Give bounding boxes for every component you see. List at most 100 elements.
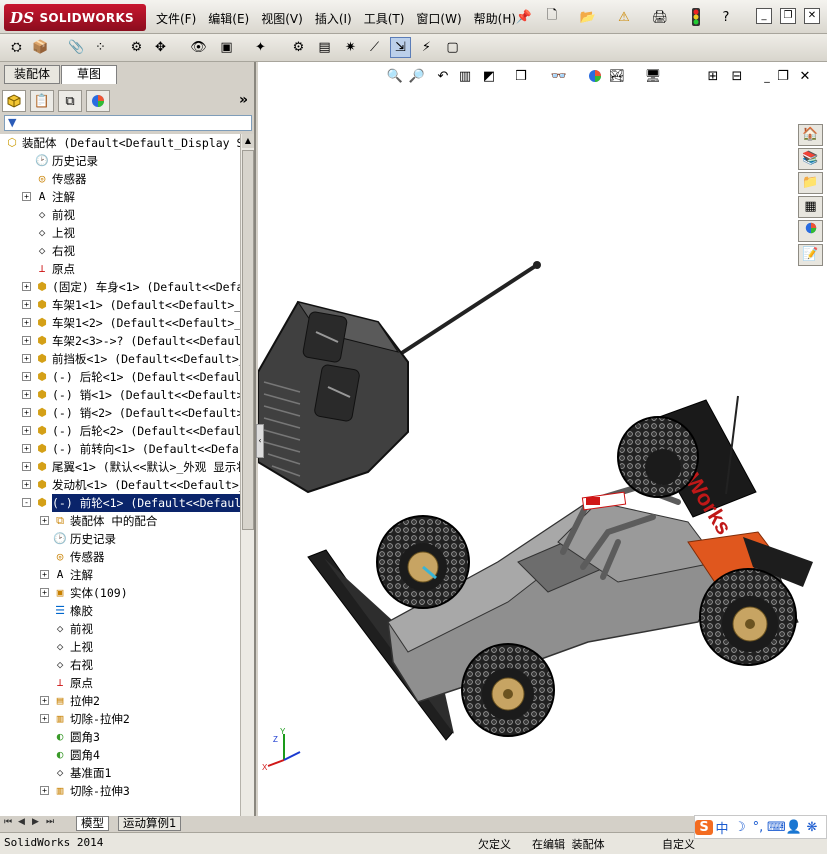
- remote-controller[interactable]: [258, 261, 541, 494]
- front-right-wheel[interactable]: [461, 643, 555, 737]
- snapshot-icon[interactable]: ▢: [442, 37, 463, 58]
- rc-car-model[interactable]: SolidWorks: [258, 62, 827, 816]
- tree-row[interactable]: ◎ 传感器: [0, 548, 240, 566]
- expand-plus-icon[interactable]: +: [40, 516, 49, 525]
- traffic-light-icon[interactable]: [686, 7, 706, 27]
- tree-row[interactable]: + ⬢ 车架2<3>->? (Default<<Default>_外: [0, 332, 240, 350]
- open-folder-icon[interactable]: 📂: [578, 7, 598, 27]
- linear-pattern-icon[interactable]: ⁘: [90, 37, 111, 58]
- bill-of-materials-icon[interactable]: ▤: [314, 37, 335, 58]
- tree-row[interactable]: ◇ 上视: [0, 638, 240, 656]
- tab-nav-last-icon[interactable]: ⏭: [46, 817, 54, 827]
- tree-row[interactable]: ☰ 橡胶: [0, 602, 240, 620]
- expand-plus-icon[interactable]: +: [40, 588, 49, 597]
- expand-plus-icon[interactable]: +: [22, 408, 31, 417]
- tree-row[interactable]: + ⬢ (固定) 车身<1> (Default<<Default>: [0, 278, 240, 296]
- expand-plus-icon[interactable]: +: [40, 714, 49, 723]
- display-manager-tab-icon[interactable]: [86, 90, 110, 112]
- menu-window[interactable]: 窗口(W): [410, 8, 467, 29]
- tree-row[interactable]: 🕑 历史记录: [0, 530, 240, 548]
- restore-button[interactable]: ❐: [780, 8, 796, 24]
- mate-icon[interactable]: 📎: [66, 37, 87, 58]
- feature-manager-tab-icon[interactable]: [2, 90, 26, 112]
- solidworks-logo[interactable]: DS SOLIDWORKS: [4, 4, 146, 31]
- tree-row[interactable]: + A 注解: [0, 188, 240, 206]
- tree-row[interactable]: + ▤ 拉伸2: [0, 692, 240, 710]
- tree-row[interactable]: + ⬢ (-) 后轮<1> (Default<<Default>_外: [0, 368, 240, 386]
- expand-plus-icon[interactable]: +: [22, 444, 31, 453]
- expand-plus-icon[interactable]: +: [22, 426, 31, 435]
- tree-row[interactable]: ◇ 前视: [0, 620, 240, 638]
- tab-nav-prev-icon[interactable]: ◀: [18, 817, 25, 827]
- tab-nav-next-icon[interactable]: ▶: [32, 817, 39, 827]
- expand-chevron-icon[interactable]: »: [239, 92, 248, 108]
- tree-row[interactable]: + ⬢ 车架1<2> (Default<<Default>_外观: [0, 314, 240, 332]
- pin-icon[interactable]: 📌: [514, 7, 534, 27]
- expand-plus-icon[interactable]: +: [22, 282, 31, 291]
- expand-plus-icon[interactable]: +: [40, 696, 49, 705]
- tree-row[interactable]: ⬡ 装配体 (Default<Default_Display St: [0, 134, 240, 152]
- expand-plus-icon[interactable]: +: [22, 462, 31, 471]
- expand-plus-icon[interactable]: +: [22, 480, 31, 489]
- expand-plus-icon[interactable]: +: [22, 354, 31, 363]
- tree-row[interactable]: + ⬢ 车架1<1> (Default<<Default>_外观: [0, 296, 240, 314]
- tree-row[interactable]: ◐ 圆角3: [0, 728, 240, 746]
- expand-plus-icon[interactable]: +: [22, 372, 31, 381]
- menu-tools[interactable]: 工具(T): [358, 8, 411, 29]
- tree-row[interactable]: + ▣ 实体(109): [0, 584, 240, 602]
- tree-row[interactable]: ◇ 右视: [0, 656, 240, 674]
- print-icon[interactable]: 🖨: [650, 7, 670, 27]
- tree-row[interactable]: + ⬢ (-) 销<2> (Default<<Default>_外观: [0, 404, 240, 422]
- tree-row[interactable]: + ⬢ (-) 后轮<2> (Default<<Default>_外: [0, 422, 240, 440]
- tree-row[interactable]: ◇ 上视: [0, 224, 240, 242]
- ime-language-toggle[interactable]: 中: [713, 818, 731, 837]
- smart-fasteners-icon[interactable]: ⚙: [126, 37, 147, 58]
- tree-row[interactable]: -⬢ (-) 前轮<1> (Default<<Default>_外: [0, 494, 240, 512]
- tree-row[interactable]: ◇ 前视: [0, 206, 240, 224]
- rear-left-wheel[interactable]: [617, 416, 699, 498]
- tab-sketch[interactable]: 草图: [61, 65, 117, 84]
- menu-file[interactable]: 文件(F): [150, 8, 202, 29]
- tree-row[interactable]: + ▥ 切除-拉伸3: [0, 782, 240, 800]
- tab-model[interactable]: 模型: [76, 816, 109, 831]
- show-hidden-icon[interactable]: 👁: [188, 37, 209, 58]
- tree-row[interactable]: + ⬢ 前挡板<1> (Default<<Default>_外观: [0, 350, 240, 368]
- custom-units-status[interactable]: 自定义: [662, 836, 695, 852]
- expand-plus-icon[interactable]: +: [22, 300, 31, 309]
- skin-icon[interactable]: ❋: [803, 820, 821, 835]
- minimize-button[interactable]: _: [756, 8, 772, 24]
- menu-edit[interactable]: 编辑(E): [202, 8, 255, 29]
- panel-collapse-handle[interactable]: ‹: [256, 424, 264, 458]
- expand-plus-icon[interactable]: +: [22, 336, 31, 345]
- tree-row[interactable]: ⊥ 原点: [0, 260, 240, 278]
- custom-properties-icon[interactable]: 📝: [798, 244, 823, 266]
- insert-component-icon[interactable]: ⛭: [6, 37, 27, 58]
- punctuation-icon[interactable]: °,: [749, 820, 767, 835]
- help-icon[interactable]: ?: [716, 7, 736, 27]
- exploded-view-icon[interactable]: ✷: [340, 37, 361, 58]
- expand-plus-icon[interactable]: +: [22, 192, 31, 201]
- tab-motion-study[interactable]: 运动算例1: [118, 816, 182, 831]
- scroll-thumb[interactable]: [242, 150, 254, 530]
- tree-row[interactable]: + ⬢ (-) 前转向<1> (Default<<Default>_: [0, 440, 240, 458]
- reference-geometry-icon[interactable]: ✦: [250, 37, 271, 58]
- explode-line-sketch-icon[interactable]: ⟋: [364, 37, 385, 58]
- tree-row[interactable]: + ⬢ 尾翼<1> (默认<<默认>_外观 显示状: [0, 458, 240, 476]
- design-library-icon[interactable]: 📚: [798, 148, 823, 170]
- assembly-features-icon[interactable]: ▣: [216, 37, 237, 58]
- expand-plus-icon[interactable]: +: [22, 318, 31, 327]
- instant3d-icon[interactable]: ⇲: [390, 37, 411, 58]
- property-manager-tab-icon[interactable]: 📋: [30, 90, 54, 112]
- warning-icon[interactable]: ⚠: [614, 7, 634, 27]
- tree-row[interactable]: ◇ 基准面1: [0, 764, 240, 782]
- menu-insert[interactable]: 插入(I): [309, 8, 358, 29]
- new-motion-study-icon[interactable]: ⚙: [288, 37, 309, 58]
- menu-view[interactable]: 视图(V): [255, 8, 309, 29]
- tree-row[interactable]: ◎ 传感器: [0, 170, 240, 188]
- tree-row[interactable]: + ⬢ (-) 销<1> (Default<<Default>_外观: [0, 386, 240, 404]
- tree-row[interactable]: 🕑 历史记录: [0, 152, 240, 170]
- tree-row[interactable]: ◇ 右视: [0, 242, 240, 260]
- new-part-icon[interactable]: 📦: [30, 37, 51, 58]
- expand-plus-icon[interactable]: +: [40, 570, 49, 579]
- half-width-moon-icon[interactable]: ☽: [731, 820, 749, 835]
